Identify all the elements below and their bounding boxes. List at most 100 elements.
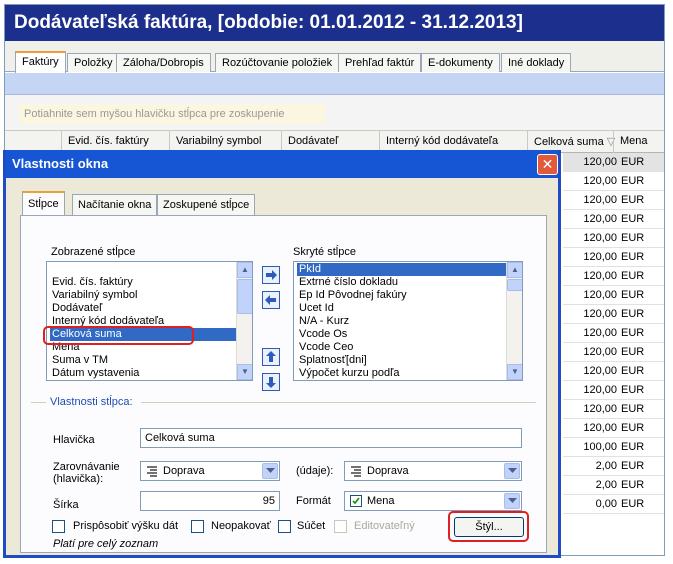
- table-row[interactable]: 120,00 EUR: [563, 286, 664, 305]
- hidden-columns-list[interactable]: PkId Extrné číslo dokladu Ep Id Pôvodnej f…: [293, 261, 523, 381]
- list-item[interactable]: Vcode Os: [297, 328, 506, 341]
- table-row[interactable]: 120,00 EUR: [563, 153, 664, 172]
- tab-nacitanie-okna[interactable]: Načítanie okna: [72, 194, 158, 215]
- table-row[interactable]: 120,00 EUR: [563, 400, 664, 419]
- tab-stlpce[interactable]: Stĺpce: [22, 191, 65, 216]
- amount-cell: 120,00: [583, 384, 617, 396]
- amount-cell: 120,00: [583, 289, 617, 301]
- close-button[interactable]: ✕: [537, 154, 558, 175]
- table-row[interactable]: 120,00 EUR: [563, 172, 664, 191]
- tab-zaloha-dobropis[interactable]: Záloha/Dobropis: [116, 53, 211, 72]
- table-row[interactable]: 100,00 EUR: [563, 438, 664, 457]
- table-row[interactable]: 120,00 EUR: [563, 191, 664, 210]
- tab-prehlad-faktur[interactable]: Prehľad faktúr: [338, 53, 422, 72]
- format-value: Mena: [367, 495, 395, 507]
- list-item[interactable]: Evid. čís. faktúry: [50, 276, 236, 289]
- list-item[interactable]: Ucet Id: [297, 302, 506, 315]
- format-select[interactable]: Mena: [344, 491, 522, 511]
- arrow-left-icon: [265, 295, 276, 305]
- header-alignment-select[interactable]: Doprava: [140, 461, 280, 481]
- table-row[interactable]: 120,00 EUR: [563, 248, 664, 267]
- shown-columns-list[interactable]: Evid. čís. faktúry Variabilný symbol Dodáv…: [46, 261, 253, 381]
- header-input[interactable]: Celková suma: [140, 428, 522, 448]
- group-by-panel[interactable]: Potiahnite sem myšou hlavičku stĺpca pre…: [5, 95, 664, 131]
- table-row[interactable]: 120,00 EUR: [563, 419, 664, 438]
- table-row[interactable]: 0,00 EUR: [563, 495, 664, 514]
- amount-cell: 120,00: [583, 232, 617, 244]
- fit-height-checkbox[interactable]: [52, 520, 65, 533]
- list-item[interactable]: Ep Id Pôvodnej fakúry: [297, 289, 506, 302]
- width-input[interactable]: 95: [140, 491, 280, 511]
- table-row[interactable]: 120,00 EUR: [563, 362, 664, 381]
- list-item[interactable]: Variabilný symbol: [50, 289, 236, 302]
- no-repeat-checkbox[interactable]: [191, 520, 204, 533]
- list-item[interactable]: N/A - Kurz: [297, 315, 506, 328]
- alignment-label: Zarovnávanie: [53, 461, 120, 473]
- table-row[interactable]: 120,00 EUR: [563, 229, 664, 248]
- window-properties-dialog: Vlastnosti okna ✕ Stĺpce Načítanie okna …: [3, 150, 561, 558]
- currency-cell: EUR: [621, 498, 645, 510]
- list-item[interactable]: Vcode Ceo: [297, 341, 506, 354]
- arrow-right-icon: [266, 270, 277, 280]
- shown-list-scrollbar[interactable]: ▲ ▼: [236, 262, 252, 380]
- columns-tab-page: Zobrazené stĺpce Skryté stĺpce Evid. čís…: [20, 215, 547, 553]
- editable-checkbox: [334, 520, 347, 533]
- currency-cell: EUR: [621, 270, 645, 282]
- sum-checkbox[interactable]: [278, 520, 291, 533]
- editable-label: Editovateľný: [354, 520, 415, 532]
- hidden-list-scrollbar[interactable]: ▲ ▼: [506, 262, 522, 380]
- table-row[interactable]: 120,00 EUR: [563, 305, 664, 324]
- dialog-title: Vlastnosti okna: [6, 150, 558, 178]
- chevron-down-icon[interactable]: [504, 493, 520, 509]
- move-down-button[interactable]: [262, 373, 280, 391]
- scroll-up-icon[interactable]: ▲: [507, 262, 522, 278]
- move-to-shown-button[interactable]: [262, 291, 280, 309]
- tab-faktury[interactable]: Faktúry: [15, 51, 66, 73]
- table-row[interactable]: 2,00 EUR: [563, 476, 664, 495]
- table-row[interactable]: 2,00 EUR: [563, 457, 664, 476]
- currency-cell: EUR: [621, 213, 645, 225]
- list-item[interactable]: Extrné číslo dokladu: [297, 276, 506, 289]
- tab-ine-doklady[interactable]: Iné doklady: [501, 53, 572, 72]
- scroll-up-icon[interactable]: ▲: [237, 262, 252, 278]
- chevron-down-icon[interactable]: [504, 463, 520, 479]
- shown-columns-label: Zobrazené stĺpce: [51, 246, 136, 258]
- amount-cell: 2,00: [595, 460, 617, 472]
- table-row[interactable]: 120,00 EUR: [563, 324, 664, 343]
- list-item[interactable]: Suma v TM: [50, 354, 236, 367]
- scroll-thumb[interactable]: [237, 279, 252, 314]
- scroll-down-icon[interactable]: ▼: [237, 364, 252, 380]
- column-header-mena[interactable]: Mena: [613, 131, 664, 153]
- tab-rozuctovanie-poloziek[interactable]: Rozúčtovanie položiek: [215, 53, 340, 72]
- table-row[interactable]: 120,00 EUR: [563, 381, 664, 400]
- amount-cell: 120,00: [583, 346, 617, 358]
- currency-cell: EUR: [621, 441, 645, 453]
- move-to-hidden-button[interactable]: [262, 266, 280, 284]
- data-alignment-select[interactable]: Doprava: [344, 461, 522, 481]
- list-item[interactable]: Výpočet kurzu podľa: [297, 367, 506, 380]
- tab-e-dokumenty[interactable]: E-dokumenty: [421, 53, 500, 72]
- list-item[interactable]: Splatnosť[dni]: [297, 354, 506, 367]
- highlight-frame-selected-column: [43, 326, 194, 345]
- highlight-frame-style-button: [448, 511, 529, 542]
- chevron-down-icon[interactable]: [262, 463, 278, 479]
- currency-cell: EUR: [621, 232, 645, 244]
- table-row[interactable]: 120,00 EUR: [563, 210, 664, 229]
- table-row[interactable]: 120,00 EUR: [563, 343, 664, 362]
- scroll-thumb[interactable]: [507, 279, 522, 291]
- scroll-down-icon[interactable]: ▼: [507, 364, 522, 380]
- list-item[interactable]: Dodávateľ: [50, 302, 236, 315]
- list-item[interactable]: PkId: [297, 263, 506, 276]
- alignment-sublabel: (hlavička):: [53, 473, 104, 485]
- table-row[interactable]: 120,00 EUR: [563, 267, 664, 286]
- no-repeat-label: Neopakovať: [211, 520, 271, 532]
- tab-zoskupene-stlpce[interactable]: Zoskupené stĺpce: [157, 194, 256, 215]
- move-up-button[interactable]: [262, 348, 280, 366]
- tab-polozky[interactable]: Položky: [67, 53, 120, 72]
- list-item[interactable]: Dátum vystavenia: [50, 367, 236, 380]
- amount-cell: 120,00: [583, 365, 617, 377]
- grid-body: 120,00 EUR 120,00 EUR 120,00 EUR 120,00 EUR 120,…: [563, 153, 664, 555]
- currency-cell: EUR: [621, 384, 645, 396]
- section-divider: [141, 402, 536, 403]
- checkmark-icon: [350, 495, 362, 507]
